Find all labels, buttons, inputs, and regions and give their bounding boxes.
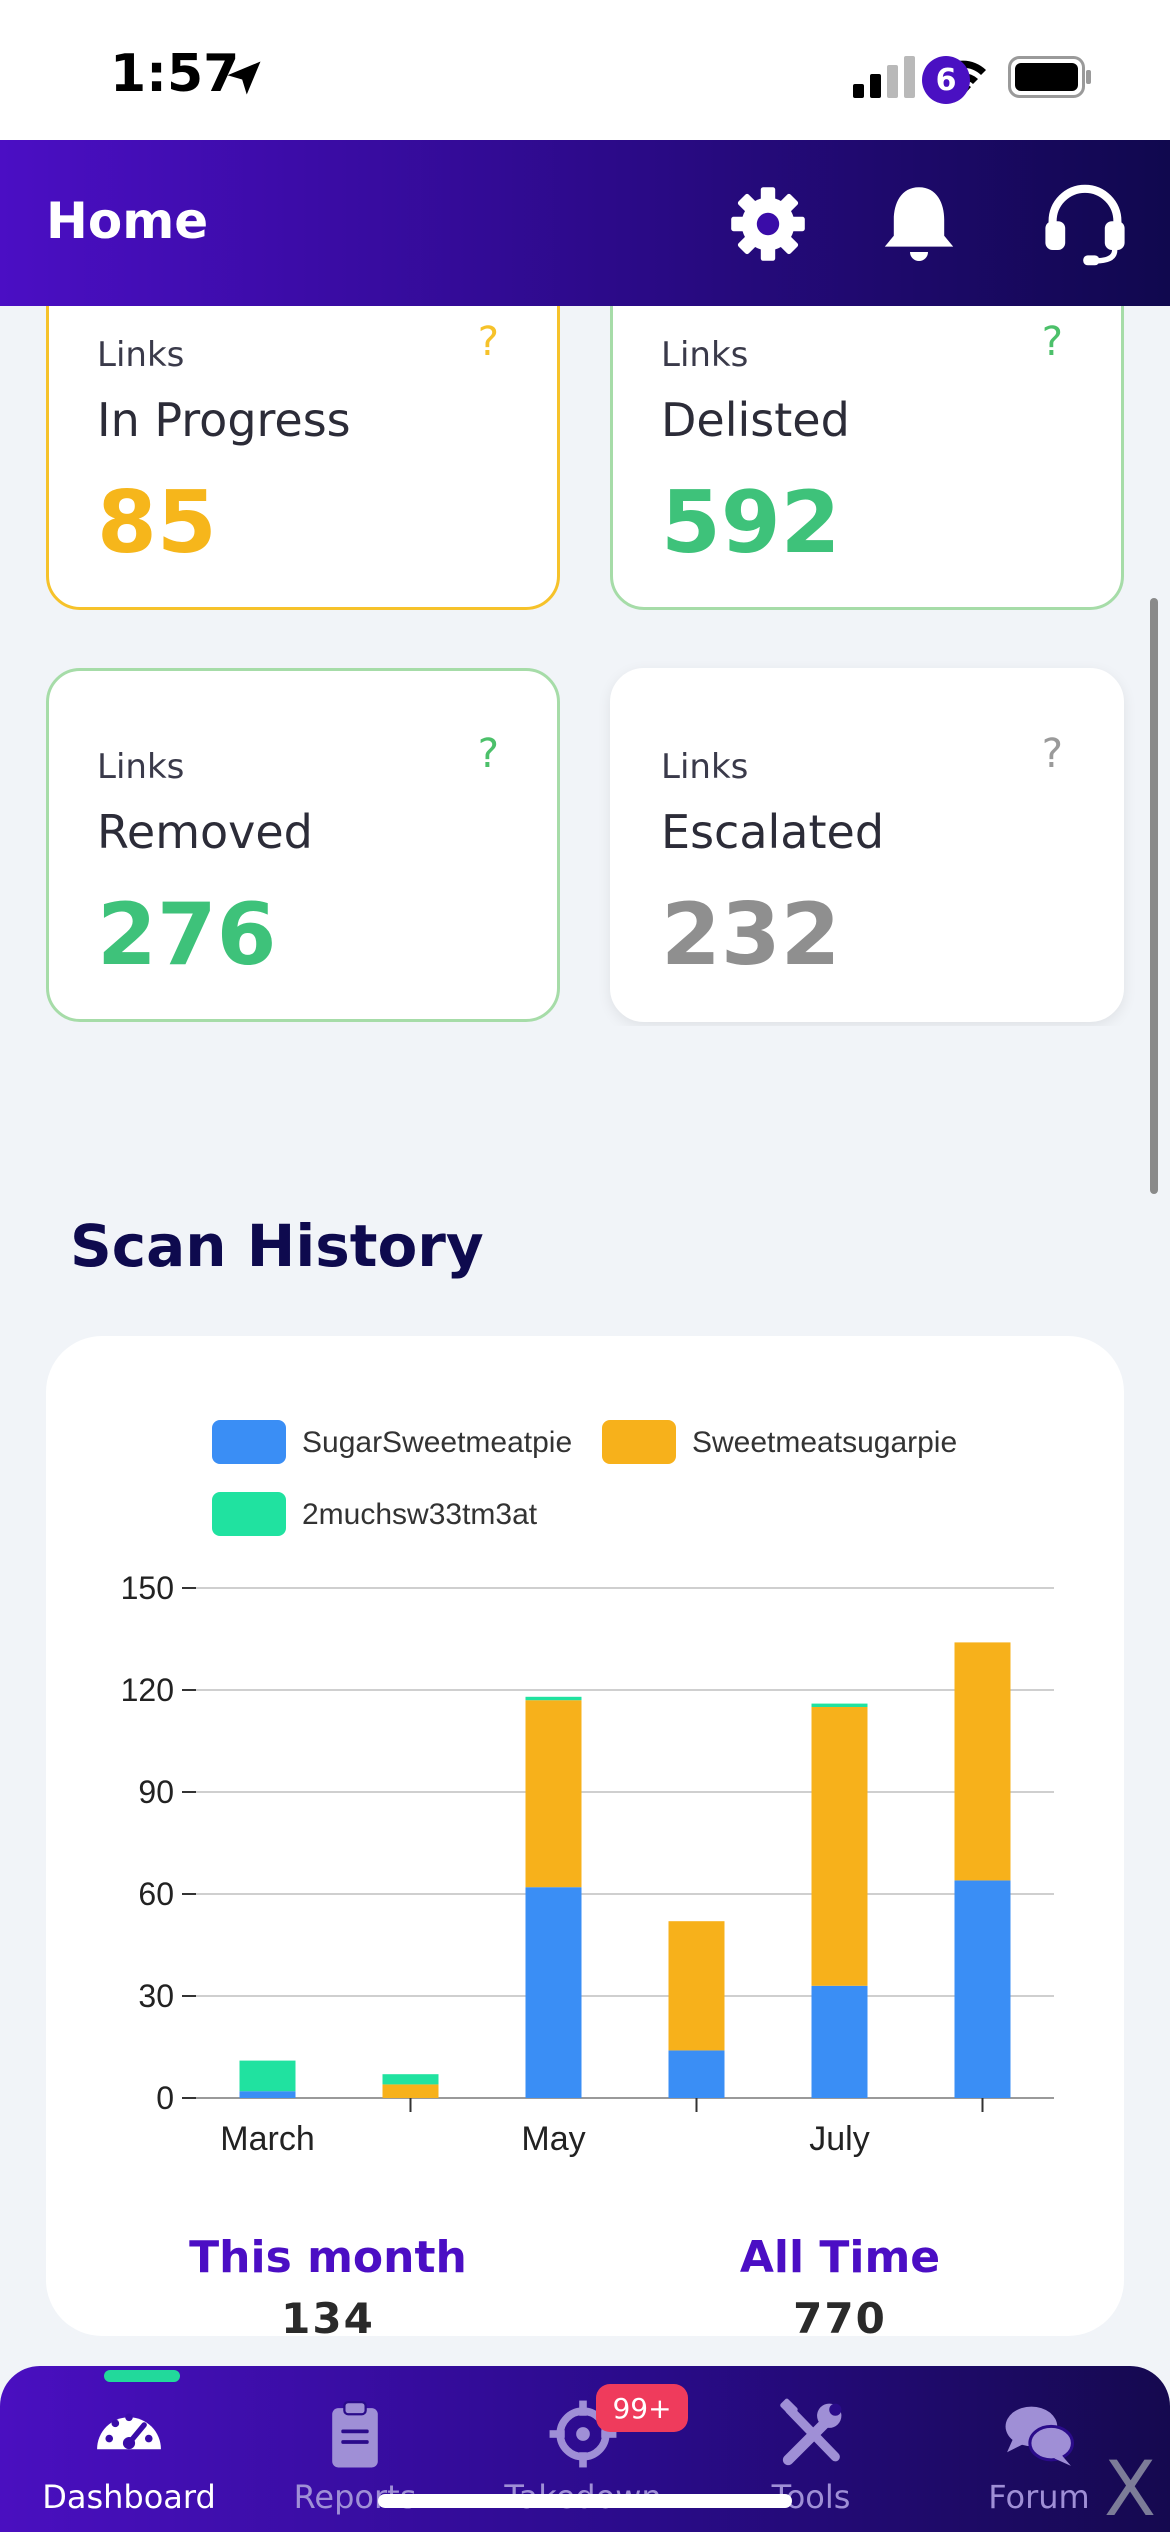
stat-card-escalated[interactable]: Links Escalated 232 ? [610, 668, 1124, 1022]
card-eyebrow: Links [661, 335, 749, 375]
card-label: Removed [97, 805, 313, 859]
bar-segment [811, 1703, 868, 1707]
bar-segment [239, 2091, 296, 2098]
help-icon[interactable]: ? [1042, 731, 1063, 777]
bar-segment [668, 1921, 725, 2051]
headset-icon[interactable] [1040, 178, 1130, 268]
takedown-count-badge: 99+ [596, 2384, 688, 2432]
y-tick-label: 60 [138, 1876, 174, 1912]
gear-icon[interactable] [728, 184, 808, 264]
y-tick-label: 30 [138, 1978, 174, 2014]
x-tick-label: May [521, 2120, 585, 2158]
nav-label: Dashboard [42, 2478, 216, 2516]
close-overlay-button[interactable]: X [1104, 2444, 1156, 2532]
scan-history-card: SugarSweetmeatpie Sweetmeatsugarpie 2muchs… [46, 1336, 1124, 2336]
summary-value-this-month: 134 [281, 2294, 375, 2343]
home-indicator[interactable] [378, 2494, 792, 2508]
clipboard-icon [332, 2400, 378, 2468]
bar-segment [811, 1985, 868, 2098]
chat-bubbles-icon [1005, 2406, 1074, 2466]
active-indicator [104, 2370, 180, 2382]
card-value: 232 [661, 885, 841, 985]
stat-cards: Links In Progress 85 ? Links Delisted 59… [0, 306, 1170, 1026]
scrollbar[interactable] [1150, 598, 1158, 1194]
x-tick-label: July [809, 2120, 869, 2158]
app-header: Home [0, 140, 1170, 306]
help-icon[interactable]: ? [478, 731, 499, 777]
card-label: Delisted [661, 393, 850, 447]
bar-segment [811, 1707, 868, 1986]
help-icon[interactable]: ? [1042, 319, 1063, 365]
card-value: 85 [97, 473, 217, 573]
y-tick-label: 0 [156, 2080, 174, 2116]
summary-label-this-month: This month [189, 2232, 467, 2283]
section-title-scan-history: Scan History [70, 1212, 484, 1280]
card-label: In Progress [97, 393, 351, 447]
bar-segment [525, 1887, 582, 2098]
legend-swatch [212, 1420, 286, 1464]
bar-segment [954, 1880, 1011, 2098]
card-label: Escalated [661, 805, 885, 859]
location-arrow-icon [227, 61, 261, 95]
bar-segment [525, 1696, 582, 1701]
bar-segment [525, 1700, 582, 1888]
card-value: 276 [97, 885, 277, 985]
bell-icon[interactable] [874, 180, 964, 270]
bar-segment [954, 1642, 1011, 1881]
legend-swatch [212, 1492, 286, 1536]
legend-swatch [602, 1420, 676, 1464]
status-bar: 1:57 [0, 0, 1170, 140]
status-time: 1:57 [110, 44, 240, 104]
stat-card-in-progress[interactable]: Links In Progress 85 ? [46, 306, 560, 610]
notification-badge: 6 [922, 56, 970, 104]
stat-card-delisted[interactable]: Links Delisted 592 ? [610, 306, 1124, 610]
summary-label-all-time: All Time [739, 2232, 941, 2283]
stat-card-removed[interactable]: Links Removed 276 ? [46, 668, 560, 1022]
tools-icon [780, 2398, 842, 2466]
legend-label: Sweetmeatsugarpie [692, 1426, 957, 1459]
card-eyebrow: Links [661, 747, 749, 787]
page-title: Home [46, 192, 209, 250]
legend-label: SugarSweetmeatpie [302, 1426, 572, 1459]
bar-segment [382, 2074, 439, 2085]
bar-segment [382, 2084, 439, 2098]
card-eyebrow: Links [97, 335, 185, 375]
card-eyebrow: Links [97, 747, 185, 787]
battery-icon [1008, 56, 1091, 98]
y-tick-label: 120 [121, 1672, 174, 1708]
y-tick-label: 90 [138, 1774, 174, 1810]
scan-history-chart: SugarSweetmeatpie Sweetmeatsugarpie 2muchs… [121, 1420, 1054, 2158]
bar-segment [668, 2050, 725, 2098]
signal-icon [853, 56, 915, 98]
nav-item-dashboard[interactable]: Dashboard [14, 2366, 244, 2532]
bar-segment [239, 2060, 296, 2092]
speedometer-icon [97, 2413, 161, 2450]
summary-value-all-time: 770 [793, 2294, 887, 2343]
x-tick-label: March [220, 2120, 314, 2158]
card-value: 592 [661, 473, 841, 573]
legend-label: 2muchsw33tm3at [302, 1498, 538, 1531]
y-tick-label: 150 [121, 1570, 174, 1606]
help-icon[interactable]: ? [478, 319, 499, 365]
